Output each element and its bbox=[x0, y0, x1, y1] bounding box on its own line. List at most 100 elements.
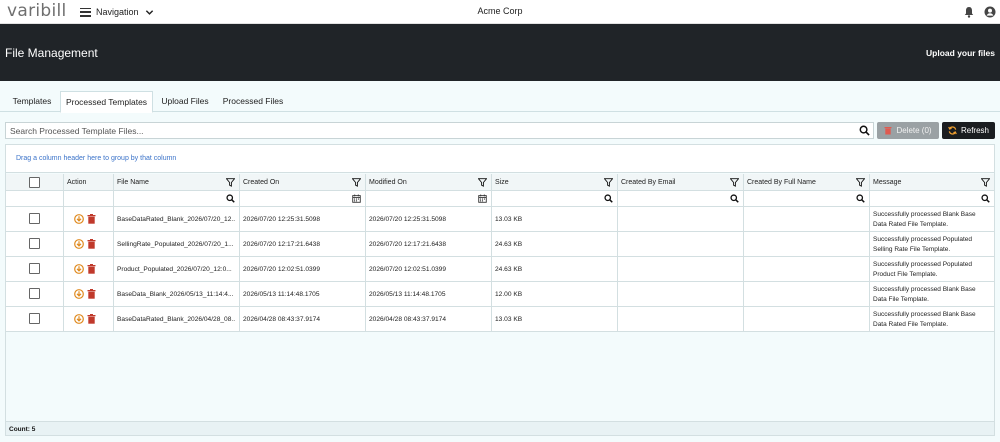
tab-processed-templates[interactable]: Processed Templates bbox=[60, 91, 153, 113]
filter-funnel-icon[interactable] bbox=[352, 178, 361, 187]
row-size-cell: 13.03 KB bbox=[492, 207, 618, 231]
refresh-button[interactable]: Refresh bbox=[942, 122, 995, 139]
filter-funnel-icon[interactable] bbox=[478, 178, 487, 187]
row-file-name: BaseData_Blank_2026/05/13_11:14:4... bbox=[117, 291, 234, 298]
table-row[interactable]: Product_Populated_2026/07/20_12:0... 202… bbox=[6, 257, 994, 282]
row-checkbox[interactable] bbox=[29, 238, 40, 249]
search-input[interactable] bbox=[6, 123, 846, 138]
grid-header-row: Action File Name Created On Modified On … bbox=[6, 174, 994, 191]
table-row[interactable]: BaseData_Blank_2026/05/13_11:14:4... 202… bbox=[6, 282, 994, 307]
delete-button-label: Delete (0) bbox=[896, 126, 932, 135]
table-row[interactable]: BaseDataRated_Blank_2026/07/20_12... 202… bbox=[6, 207, 994, 232]
row-modified-on: 2026/04/28 08:43:37.9174 bbox=[369, 316, 447, 323]
filter-cell-created-on[interactable] bbox=[240, 191, 366, 206]
search-icon[interactable] bbox=[730, 194, 739, 203]
filter-funnel-icon[interactable] bbox=[730, 178, 739, 187]
app-logo[interactable]: varibill bbox=[7, 1, 67, 21]
row-created-on-cell: 2026/07/20 12:17:21.6438 bbox=[240, 232, 366, 256]
calendar-icon[interactable] bbox=[352, 194, 361, 203]
row-size-cell: 24.63 KB bbox=[492, 257, 618, 281]
navigation-menu[interactable]: Navigation bbox=[80, 5, 154, 19]
row-size: 24.63 KB bbox=[495, 266, 523, 273]
row-action-cell bbox=[64, 232, 114, 256]
row-action-cell bbox=[64, 282, 114, 306]
tab-templates[interactable]: Templates bbox=[5, 91, 59, 112]
trash-icon[interactable] bbox=[87, 314, 96, 324]
filter-cell-modified-on[interactable] bbox=[366, 191, 492, 206]
row-message-cell: Successfully processed Blank Base Data R… bbox=[870, 307, 994, 331]
header-created-by-full-name[interactable]: Created By Full Name bbox=[744, 174, 870, 190]
download-icon[interactable] bbox=[74, 214, 84, 224]
row-modified-on: 2026/07/20 12:02:51.0399 bbox=[369, 266, 447, 273]
filter-funnel-icon[interactable] bbox=[856, 178, 865, 187]
bell-icon[interactable] bbox=[963, 6, 975, 18]
row-created-on: 2026/07/20 12:02:51.0399 bbox=[243, 266, 321, 273]
row-checkbox[interactable] bbox=[29, 263, 40, 274]
filter-funnel-icon[interactable] bbox=[604, 178, 613, 187]
header-created-by-email[interactable]: Created By Email bbox=[618, 174, 744, 190]
row-file-name: BaseDataRated_Blank_2026/04/28_08... bbox=[117, 316, 235, 323]
delete-button[interactable]: Delete (0) bbox=[877, 122, 939, 139]
search-icon[interactable] bbox=[856, 194, 865, 203]
row-size: 24.63 KB bbox=[495, 241, 523, 248]
row-action-cell bbox=[64, 307, 114, 331]
row-file-name-cell: SellingRate_Populated_2026/07/20_1... bbox=[114, 232, 240, 256]
row-email-cell bbox=[618, 257, 744, 281]
row-size: 13.03 KB bbox=[495, 216, 523, 223]
upload-files-link[interactable]: Upload your files bbox=[926, 48, 995, 58]
header-modified-on[interactable]: Modified On bbox=[366, 174, 492, 190]
tab-processed-files[interactable]: Processed Files bbox=[217, 91, 289, 112]
row-checkbox[interactable] bbox=[29, 313, 40, 324]
select-all-checkbox[interactable] bbox=[29, 177, 40, 188]
table-row[interactable]: SellingRate_Populated_2026/07/20_1... 20… bbox=[6, 232, 994, 257]
search-icon[interactable] bbox=[604, 194, 613, 203]
filter-cell-file-name[interactable] bbox=[114, 191, 240, 206]
filter-cell-created-by-full-name[interactable] bbox=[744, 191, 870, 206]
row-message-cell: Successfully processed Populated Selling… bbox=[870, 232, 994, 256]
search-icon[interactable] bbox=[226, 194, 235, 203]
row-modified-on-cell: 2026/07/20 12:17:21.6438 bbox=[366, 232, 492, 256]
header-created-on[interactable]: Created On bbox=[240, 174, 366, 190]
row-full-name-cell bbox=[744, 257, 870, 281]
row-created-on: 2026/04/28 08:43:37.9174 bbox=[243, 316, 321, 323]
filter-cell-message[interactable] bbox=[870, 191, 994, 206]
download-icon[interactable] bbox=[74, 314, 84, 324]
row-checkbox[interactable] bbox=[29, 288, 40, 299]
row-select-cell bbox=[6, 282, 64, 306]
user-account-icon[interactable] bbox=[984, 6, 996, 18]
header-size[interactable]: Size bbox=[492, 174, 618, 190]
search-icon[interactable] bbox=[981, 194, 990, 203]
download-icon[interactable] bbox=[74, 289, 84, 299]
row-size: 13.03 KB bbox=[495, 316, 523, 323]
refresh-button-label: Refresh bbox=[960, 126, 989, 135]
row-select-cell bbox=[6, 232, 64, 256]
row-modified-on-cell: 2026/05/13 11:14:48.1705 bbox=[366, 282, 492, 306]
row-modified-on-cell: 2026/07/20 12:02:51.0399 bbox=[366, 257, 492, 281]
group-by-hint: Drag a column header here to group by th… bbox=[16, 155, 177, 162]
trash-icon[interactable] bbox=[87, 214, 96, 224]
header-message[interactable]: Message bbox=[870, 174, 994, 190]
trash-icon[interactable] bbox=[87, 239, 96, 249]
row-action-cell bbox=[64, 257, 114, 281]
filter-cell-created-by-email[interactable] bbox=[618, 191, 744, 206]
filter-funnel-icon[interactable] bbox=[981, 178, 990, 187]
download-icon[interactable] bbox=[74, 264, 84, 274]
tab-upload-files[interactable]: Upload Files bbox=[155, 91, 215, 112]
search-icon[interactable] bbox=[859, 125, 870, 136]
header-created-on-label: Created On bbox=[243, 179, 280, 186]
calendar-icon[interactable] bbox=[478, 194, 487, 203]
trash-icon[interactable] bbox=[87, 264, 96, 274]
header-action[interactable]: Action bbox=[64, 174, 114, 190]
filter-funnel-icon[interactable] bbox=[226, 178, 235, 187]
group-by-panel[interactable]: Drag a column header here to group by th… bbox=[6, 145, 994, 173]
filter-cell-size[interactable] bbox=[492, 191, 618, 206]
chevron-down-icon bbox=[145, 9, 153, 15]
row-created-on: 2026/07/20 12:17:21.6438 bbox=[243, 241, 321, 248]
trash-icon[interactable] bbox=[87, 289, 96, 299]
download-icon[interactable] bbox=[74, 239, 84, 249]
header-file-name[interactable]: File Name bbox=[114, 174, 240, 190]
row-checkbox[interactable] bbox=[29, 213, 40, 224]
row-action-cell bbox=[64, 207, 114, 231]
table-row[interactable]: BaseDataRated_Blank_2026/04/28_08... 202… bbox=[6, 307, 994, 332]
page-title: File Management bbox=[5, 46, 98, 60]
